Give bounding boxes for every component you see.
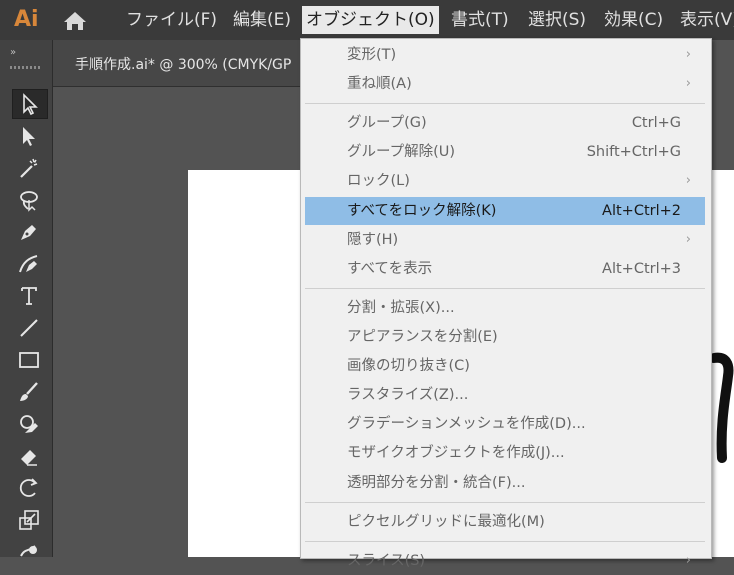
eraser-tool[interactable] (12, 442, 46, 470)
object-menu-dropdown: 変形(T) › 重ね順(A) › グループ(G) Ctrl+G グループ解除(U… (300, 38, 712, 569)
line-tool[interactable] (12, 314, 46, 342)
menu-separator (305, 541, 705, 542)
menu-separator (305, 288, 705, 289)
curvature-icon (19, 255, 38, 273)
menu-view[interactable]: 表示(V) (676, 6, 734, 34)
menu-item-ungroup[interactable]: グループ解除(U) Shift+Ctrl+G (305, 138, 705, 166)
menubar: Ai ファイル(F) 編集(E) オブジェクト(O) 書式(T) 選択(S) 効… (0, 0, 734, 40)
direct-selection-icon (23, 127, 35, 146)
menu-item-pixel-grid[interactable]: ピクセルグリッドに最適化(M) (305, 508, 705, 536)
rotate-tool[interactable] (12, 474, 46, 502)
menu-select[interactable]: 選択(S) (524, 6, 590, 34)
chevron-right-icon: › (685, 76, 691, 91)
menu-object[interactable]: オブジェクト(O) (302, 6, 439, 34)
menu-item-hide[interactable]: 隠す(H) › (305, 226, 705, 254)
direct-selection-tool[interactable] (12, 122, 46, 150)
menu-edit[interactable]: 編集(E) (229, 6, 295, 34)
menu-effect[interactable]: 効果(C) (600, 6, 667, 34)
menu-separator (305, 502, 705, 503)
type-icon (21, 287, 37, 305)
menu-item-flatten-transparency[interactable]: 透明部分を分割・統合(F)... (305, 469, 705, 497)
selection-arrow-icon (23, 93, 38, 116)
menu-item-slice[interactable]: スライス(S) › (305, 547, 705, 575)
menu-item-gradient-mesh[interactable]: グラデーションメッシュを作成(D)... (305, 410, 705, 438)
tools-panel: » (0, 40, 53, 557)
chevron-right-icon: › (685, 173, 691, 188)
shaper-icon (20, 415, 38, 433)
chevron-right-icon: › (685, 232, 691, 247)
chevron-right-icon: › (685, 47, 691, 62)
magic-wand-tool[interactable] (12, 154, 46, 182)
curvature-tool[interactable] (12, 250, 46, 278)
menu-item-crop-image[interactable]: 画像の切り抜き(C) (305, 352, 705, 380)
menu-item-transform[interactable]: 変形(T) › (305, 41, 705, 69)
magic-wand-icon (20, 158, 38, 178)
lasso-tool[interactable] (12, 186, 46, 214)
home-icon[interactable] (62, 10, 88, 32)
menu-item-group[interactable]: グループ(G) Ctrl+G (305, 109, 705, 137)
menu-item-arrange[interactable]: 重ね順(A) › (305, 70, 705, 98)
shaper-tool[interactable] (12, 410, 46, 438)
selection-tool[interactable] (12, 89, 48, 119)
warp-tool[interactable] (12, 536, 46, 564)
warp-icon (20, 545, 37, 557)
menu-item-expand[interactable]: 分割・拡張(X)... (305, 294, 705, 322)
pen-icon (21, 225, 36, 240)
panel-grip[interactable] (10, 66, 42, 69)
document-tab[interactable]: 手順作成.ai* @ 300% (CMYK/GP (53, 40, 303, 87)
menu-file[interactable]: ファイル(F) (122, 6, 221, 34)
scale-icon (19, 510, 39, 530)
menu-item-rasterize[interactable]: ラスタライズ(Z)... (305, 381, 705, 409)
collapse-icon[interactable]: » (10, 47, 16, 58)
app-logo: Ai (14, 7, 39, 32)
paintbrush-icon (20, 382, 38, 401)
menu-item-mosaic[interactable]: モザイクオブジェクトを作成(J)... (305, 439, 705, 467)
rotate-icon (19, 478, 38, 497)
eraser-icon (21, 450, 37, 466)
lasso-icon (20, 191, 38, 212)
paintbrush-tool[interactable] (12, 378, 46, 406)
menu-item-unlock-all[interactable]: すべてをロック解除(K) Alt+Ctrl+2 (305, 197, 705, 225)
scale-tool[interactable] (12, 506, 46, 534)
type-tool[interactable] (12, 282, 46, 310)
chevron-right-icon: › (685, 553, 691, 568)
pen-tool[interactable] (12, 218, 46, 246)
rectangle-tool[interactable] (12, 346, 46, 374)
line-icon (20, 319, 38, 337)
menu-item-show-all[interactable]: すべてを表示 Alt+Ctrl+3 (305, 255, 705, 283)
document-tab-label: 手順作成.ai* @ 300% (CMYK/GP (75, 57, 292, 73)
menu-separator (305, 103, 705, 104)
menu-item-expand-appearance[interactable]: アピアランスを分割(E) (305, 323, 705, 351)
menu-item-lock[interactable]: ロック(L) › (305, 167, 705, 195)
menu-type[interactable]: 書式(T) (447, 6, 513, 34)
rectangle-icon (19, 352, 39, 368)
